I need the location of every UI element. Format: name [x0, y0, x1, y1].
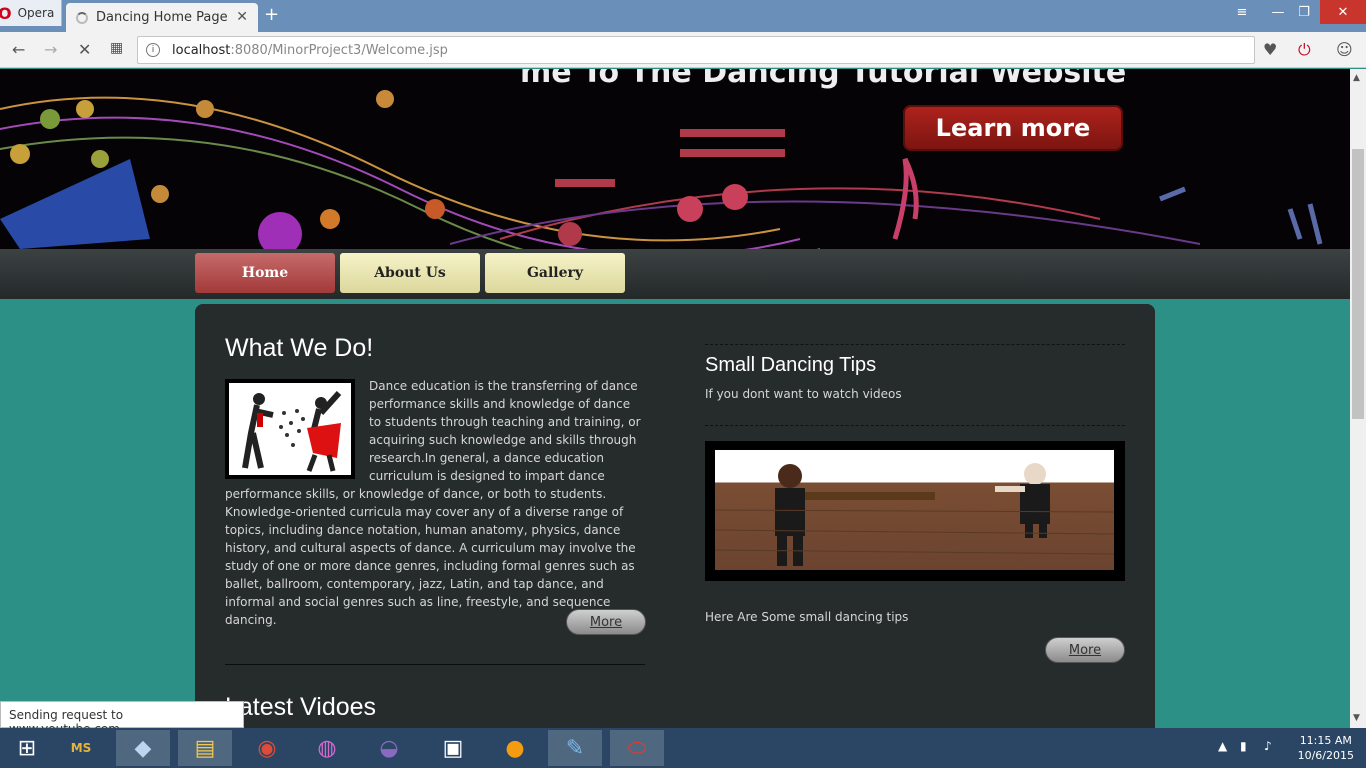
what-we-do-section: What We Do! Dance education is the trans…: [225, 334, 645, 629]
status-bar: Sending request to www.youtube.com...: [0, 701, 244, 736]
nav-home-button[interactable]: Home: [195, 253, 335, 293]
forward-icon[interactable]: →: [44, 40, 57, 59]
app-square-icon[interactable]: ▣: [426, 730, 480, 766]
more-button-left[interactable]: More: [566, 609, 646, 635]
latest-videos-title: Latest Vidoes: [225, 693, 377, 721]
paint-icon[interactable]: ✎: [548, 730, 602, 766]
tips-subtitle: If you dont want to watch videos: [705, 387, 902, 401]
volume-icon[interactable]: ♪: [1264, 739, 1272, 753]
url-path: :8080/MinorProject3/Welcome.jsp: [230, 42, 448, 58]
network-icon[interactable]: ▮: [1240, 739, 1247, 753]
vlc-icon[interactable]: ●: [488, 730, 542, 766]
adblock-icon[interactable]: ⏻: [1298, 40, 1311, 60]
tab-close-icon[interactable]: ✕: [236, 9, 248, 25]
tips-title: Small Dancing Tips: [705, 354, 877, 376]
dancing-couple-graphic: [242, 390, 342, 472]
clock-date: 10/6/2015: [1297, 749, 1354, 762]
page-scrollbar[interactable]: ▲ ▼: [1350, 69, 1366, 728]
back-icon[interactable]: ←: [12, 40, 25, 59]
speed-dial-icon[interactable]: ▦: [110, 40, 123, 56]
address-field[interactable]: i localhost:8080/MinorProject3/Welcome.j…: [137, 36, 1255, 64]
bookmark-heart-icon[interactable]: ♥: [1263, 40, 1277, 59]
browser-tab[interactable]: Dancing Home Page ✕: [66, 3, 258, 32]
section-divider: [225, 664, 645, 665]
app-purple-icon[interactable]: ◍: [300, 730, 354, 766]
minimize-icon[interactable]: —: [1266, 0, 1290, 24]
opera-menu-button[interactable]: O Opera: [0, 0, 62, 26]
chrome-icon[interactable]: ◉: [240, 730, 294, 766]
url-host: localhost: [172, 42, 231, 58]
browser-tabbar: O Opera Dancing Home Page ✕ + ≡ — ❐ ✕: [0, 0, 1366, 32]
stop-icon[interactable]: ✕: [78, 40, 91, 59]
what-we-do-title: What We Do!: [225, 334, 374, 362]
video-frame: [715, 450, 1114, 570]
account-icon[interactable]: ☺: [1336, 40, 1353, 59]
ms-project-icon[interactable]: MS: [54, 730, 108, 766]
scroll-up-icon[interactable]: ▲: [1353, 73, 1360, 83]
tab-title: Dancing Home Page: [96, 10, 228, 25]
opera-menu-label: Opera: [17, 6, 55, 20]
address-toolbar: ← → ✕ ▦ i localhost:8080/MinorProject3/W…: [0, 32, 1366, 68]
learn-more-button[interactable]: Learn more: [903, 105, 1123, 151]
close-window-icon[interactable]: ✕: [1320, 0, 1366, 24]
content-panel: What We Do! Dance education is the trans…: [195, 304, 1155, 728]
dancers-illustration: [225, 379, 355, 479]
banner-headline: me To The Dancing Tutorial Website: [520, 69, 1127, 90]
page-viewport: me To The Dancing Tutorial Website Learn…: [0, 69, 1350, 728]
more-button-right[interactable]: More: [1045, 637, 1125, 663]
scroll-thumb[interactable]: [1352, 149, 1364, 419]
scroll-down-icon[interactable]: ▼: [1353, 713, 1360, 723]
clock-time: 11:15 AM: [1299, 734, 1352, 747]
tor-browser-icon[interactable]: ◒: [362, 730, 416, 766]
site-info-icon[interactable]: i: [146, 43, 160, 57]
main-nav: Home About Us Gallery: [0, 249, 1350, 299]
virtualbox-icon[interactable]: ◆: [116, 730, 170, 766]
tab-menu-icon[interactable]: ≡: [1230, 0, 1254, 24]
opera-taskbar-icon[interactable]: ⬭: [610, 730, 664, 766]
opera-logo-icon: O: [0, 3, 12, 23]
maximize-icon[interactable]: ❐: [1292, 0, 1316, 24]
nav-gallery-button[interactable]: Gallery: [485, 253, 625, 293]
nav-about-button[interactable]: About Us: [340, 253, 480, 293]
windows-taskbar: ⊞ MS ◆ ▤ ◉ ◍ ◒ ▣ ● ✎ ⬭ ▲ ▮ ♪ 11:15 AM 10…: [0, 728, 1366, 768]
tips-middle-divider: [705, 425, 1125, 426]
new-tab-icon[interactable]: +: [264, 4, 279, 25]
music-notes-graphic: [0, 90, 1323, 249]
tips-video-thumbnail[interactable]: [705, 441, 1125, 581]
tray-arrow-icon[interactable]: ▲: [1218, 739, 1227, 753]
video-dancers-graphic: [715, 463, 1114, 566]
music-banner: me To The Dancing Tutorial Website Learn…: [0, 69, 1350, 249]
file-explorer-icon[interactable]: ▤: [178, 730, 232, 766]
what-we-do-text-block: Dance education is the transferring of d…: [225, 377, 645, 629]
tips-caption: Here Are Some small dancing tips: [705, 610, 909, 624]
tips-top-divider: [705, 344, 1125, 345]
dancing-tips-section: Small Dancing Tips If you dont want to w…: [705, 354, 1125, 401]
start-windows-icon[interactable]: ⊞: [0, 730, 54, 766]
loading-spinner-icon: [76, 11, 88, 24]
clock[interactable]: 11:15 AM 10/6/2015: [1298, 733, 1354, 763]
